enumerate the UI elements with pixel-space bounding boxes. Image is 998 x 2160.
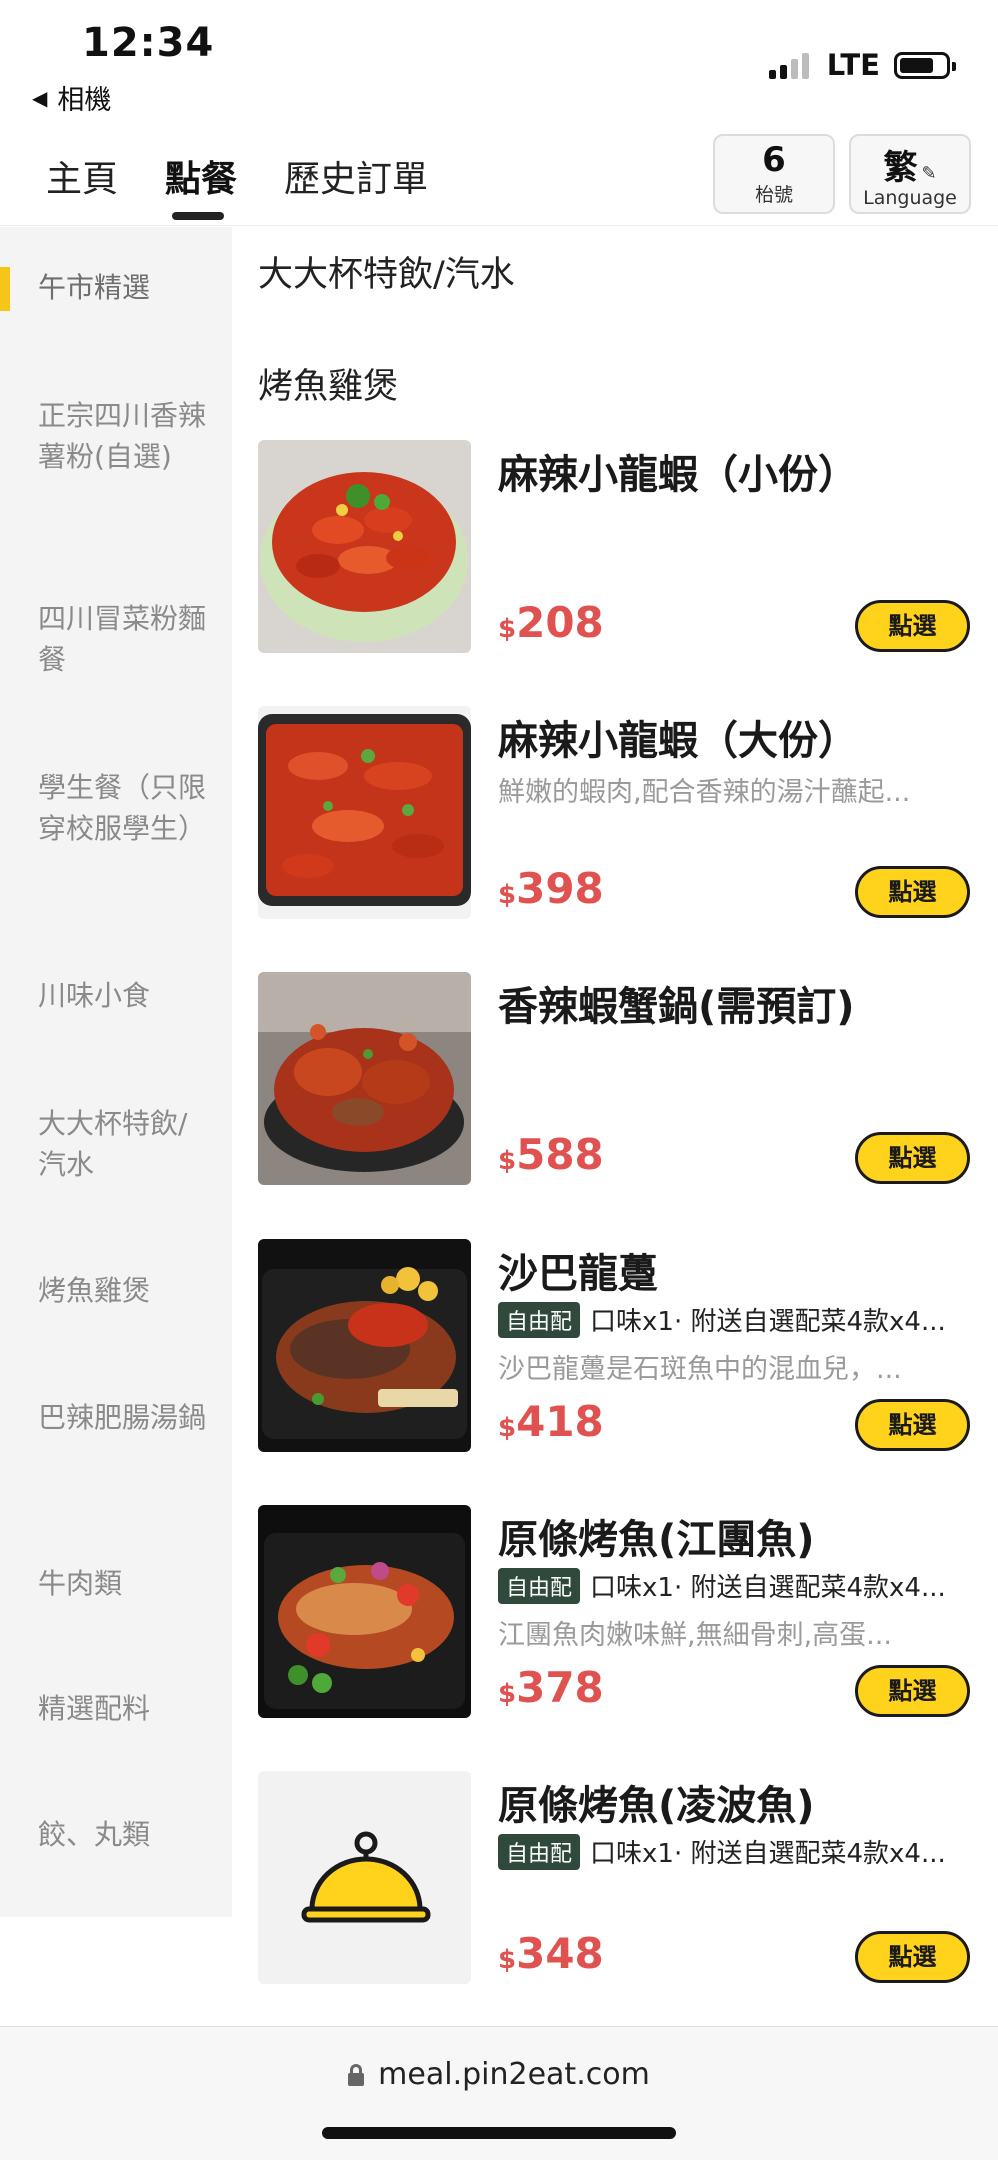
menu-item[interactable]: 原條烤魚(江團魚) 自由配 口味x1· 附送自選配菜4款x4... 江團魚肉嫩味…: [258, 1505, 970, 1718]
home-indicator[interactable]: [322, 2127, 676, 2139]
sidebar-item-lunch-special[interactable]: 午市精選: [38, 267, 208, 308]
crab-pot-image: [258, 972, 471, 1185]
item-options: 口味x1· 附送自選配菜4款x4...: [590, 1839, 946, 1869]
menu-item[interactable]: 香辣蝦蟹鍋(需預訂) $588 點選: [258, 972, 970, 1185]
signal-icon: [768, 51, 813, 79]
select-button[interactable]: 點選: [855, 1132, 970, 1184]
free-combo-tag: 自由配: [498, 1567, 581, 1604]
sidebar-item-student-meal[interactable]: 學生餐（只限穿校服學生）: [38, 767, 208, 849]
sidebar-item-drinks[interactable]: 大大杯特飲/汽水: [38, 1103, 208, 1185]
language-label: Language: [863, 187, 957, 209]
item-options-row: 自由配 口味x1· 附送自選配菜4款x4...: [498, 1567, 970, 1604]
url-text: meal.pin2eat.com: [378, 2057, 650, 2092]
tab-order-history[interactable]: 歷史訂單: [284, 150, 428, 202]
crayfish-dish-image: [258, 440, 471, 653]
menu-item[interactable]: 麻辣小龍蝦（大份） 鮮嫩的蝦肉,配合香辣的湯汁蘸起... $398 點選: [258, 706, 970, 919]
crayfish-tray-image: [258, 706, 471, 919]
item-description: 江團魚肉嫩味鮮,無細骨刺,高蛋...: [498, 1620, 892, 1651]
status-time: 12:34: [82, 20, 215, 66]
grilled-fish-tray-image: [258, 1505, 471, 1718]
sidebar-item-toppings[interactable]: 精選配料: [38, 1688, 208, 1729]
cloche-placeholder-icon: [258, 1771, 471, 1984]
select-button[interactable]: 點選: [855, 866, 970, 918]
sidebar-item-beef[interactable]: 牛肉類: [38, 1563, 208, 1604]
back-label: 相機: [57, 85, 112, 116]
pencil-icon: ✎: [921, 163, 937, 184]
active-tab-underline: [172, 212, 224, 220]
item-name: 原條烤魚(江團魚): [498, 1517, 815, 1563]
tab-order[interactable]: 點餐: [165, 150, 237, 202]
header-nav: 主頁 點餐 歷史訂單 6 枱號 繁 ✎ Language: [0, 120, 998, 226]
language-char: 繁: [883, 148, 918, 188]
item-options-row: 自由配 口味x1· 附送自選配菜4款x4...: [498, 1301, 970, 1338]
status-indicators: LTE: [768, 48, 956, 82]
category-sidebar: 午市精選 正宗四川香辣薯粉(自選) 四川冒菜粉麵餐 學生餐（只限穿校服學生） 川…: [0, 227, 232, 1917]
battery-icon: [894, 51, 956, 79]
active-category-indicator: [0, 267, 10, 311]
sidebar-item-intestine-pot[interactable]: 巴辣肥腸湯鍋: [38, 1397, 208, 1438]
menu-item[interactable]: 原條烤魚(凌波魚) 自由配 口味x1· 附送自選配菜4款x4... $348 點…: [258, 1771, 970, 1984]
item-name: 香辣蝦蟹鍋(需預訂): [498, 984, 855, 1030]
item-price: $418: [498, 1397, 604, 1446]
table-number-box: 6 枱號: [713, 134, 835, 214]
lock-icon: [348, 2063, 365, 2086]
item-description: 鮮嫩的蝦肉,配合香辣的湯汁蘸起...: [498, 777, 911, 808]
item-name: 麻辣小龍蝦（小份）: [498, 452, 858, 498]
back-triangle-icon: ◀: [32, 85, 48, 110]
sidebar-item-maocai[interactable]: 四川冒菜粉麵餐: [38, 598, 208, 680]
menu-item[interactable]: 沙巴龍躉 自由配 口味x1· 附送自選配菜4款x4... 沙巴龍躉是石斑魚中的混…: [258, 1239, 970, 1452]
table-number: 6: [762, 140, 786, 180]
sidebar-item-dumplings[interactable]: 餃、丸類: [38, 1814, 208, 1855]
select-button[interactable]: 點選: [855, 1665, 970, 1717]
select-button[interactable]: 點選: [855, 1399, 970, 1451]
item-name: 沙巴龍躉: [498, 1251, 658, 1297]
item-options: 口味x1· 附送自選配菜4款x4...: [590, 1307, 946, 1337]
item-price: $378: [498, 1663, 604, 1712]
item-price: $398: [498, 864, 604, 913]
browser-url-bar: meal.pin2eat.com: [0, 2026, 998, 2160]
item-name: 麻辣小龍蝦（大份）: [498, 718, 858, 764]
item-price: $348: [498, 1929, 604, 1978]
url-display[interactable]: meal.pin2eat.com: [0, 2057, 998, 2092]
menu-item[interactable]: 麻辣小龍蝦（小份） $208 點選: [258, 440, 970, 653]
section-heading-grilled-fish: 烤魚雞煲: [258, 367, 399, 407]
select-button[interactable]: 點選: [855, 1931, 970, 1983]
item-options: 口味x1· 附送自選配菜4款x4...: [590, 1573, 946, 1603]
table-number-label: 枱號: [754, 184, 793, 206]
item-description: 沙巴龍躉是石斑魚中的混血兒，...: [498, 1354, 902, 1385]
item-name: 原條烤魚(凌波魚): [498, 1783, 815, 1829]
sidebar-item-grilled-fish[interactable]: 烤魚雞煲: [38, 1270, 208, 1311]
item-options-row: 自由配 口味x1· 附送自選配菜4款x4...: [498, 1833, 970, 1870]
sidebar-item-snacks[interactable]: 川味小食: [38, 975, 208, 1016]
free-combo-tag: 自由配: [498, 1833, 581, 1870]
free-combo-tag: 自由配: [498, 1301, 581, 1338]
status-bar: 12:34 ◀ 相機 LTE: [0, 0, 998, 120]
tab-home[interactable]: 主頁: [46, 150, 118, 202]
back-to-camera[interactable]: ◀ 相機: [32, 78, 111, 117]
section-heading-drinks: 大大杯特飲/汽水: [258, 255, 515, 295]
network-label: LTE: [826, 48, 880, 82]
select-button[interactable]: 點選: [855, 600, 970, 652]
sidebar-item-sichuan-noodles[interactable]: 正宗四川香辣薯粉(自選): [38, 395, 208, 477]
grilled-fish-image: [258, 1239, 471, 1452]
language-button[interactable]: 繁 ✎ Language: [849, 134, 971, 214]
item-price: $208: [498, 598, 604, 647]
item-price: $588: [498, 1130, 604, 1179]
